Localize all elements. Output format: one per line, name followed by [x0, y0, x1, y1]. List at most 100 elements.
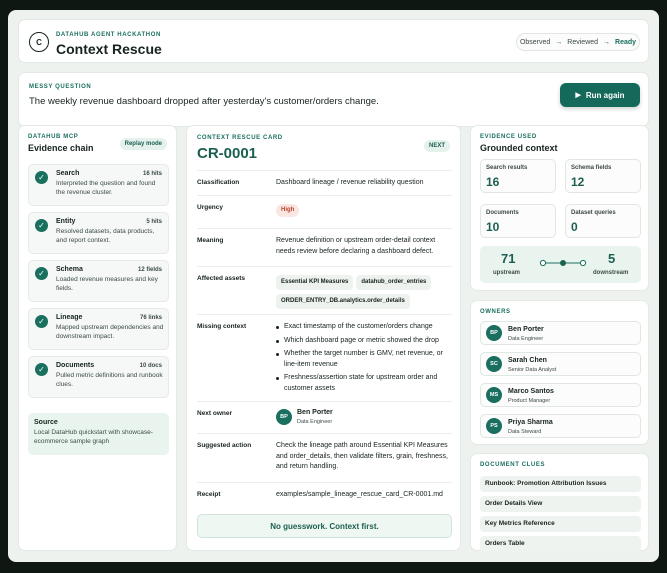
- owner-name: Priya Sharma: [508, 419, 553, 426]
- step-name: Schema: [56, 266, 83, 273]
- owner-row[interactable]: BP Ben Porter Data Engineer: [480, 321, 641, 345]
- owner-name: Marco Santos: [508, 388, 554, 395]
- row-label: Next owner: [197, 410, 233, 417]
- step-name: Search: [56, 170, 80, 177]
- metric-value: 0: [571, 220, 578, 234]
- owner-role: Data Engineer: [297, 419, 333, 425]
- row-meaning: Meaning Revenue definition or upstream o…: [197, 228, 452, 266]
- step-name: Lineage: [56, 314, 83, 321]
- evidence-chain-card: DATAHUB MCP Evidence chain Replay mode ✓…: [18, 125, 177, 551]
- chain-step-documents[interactable]: ✓ Documents 10 docs Pulled metric defini…: [28, 356, 169, 398]
- owner-row[interactable]: PS Priya Sharma Data Steward: [480, 414, 641, 438]
- evidence-used-eyebrow: EVIDENCE USED: [480, 134, 537, 140]
- chain-step-lineage[interactable]: ✓ Lineage 76 links Mapped upstream depen…: [28, 308, 169, 350]
- asset-chip[interactable]: datahub_order_entries: [356, 275, 432, 290]
- source-desc: Local DataHub quickstart with showcase-e…: [34, 429, 153, 445]
- owner-role: Senior Data Analyst: [508, 367, 557, 373]
- question-eyebrow: MESSY QUESTION: [29, 84, 92, 90]
- step-desc: Mapped upstream dependencies and downstr…: [56, 324, 164, 340]
- avatar: SC: [486, 356, 502, 372]
- owner-row[interactable]: SC Sarah Chen Senior Data Analyst: [480, 352, 641, 376]
- metric-value: 16: [486, 175, 500, 189]
- evidence-used-card: EVIDENCE USED Grounded context Search re…: [470, 125, 649, 291]
- run-again-button[interactable]: ▶ Run again: [560, 83, 640, 107]
- owner-row[interactable]: MS Marco Santos Product Manager: [480, 383, 641, 407]
- evidence-chain-eyebrow: DATAHUB MCP: [28, 134, 79, 140]
- run-again-label: Run again: [585, 90, 625, 100]
- metric-label: Documents: [486, 210, 519, 216]
- missing-item: Exact timestamp of the customer/orders c…: [276, 322, 452, 333]
- step-count: 5 hits: [146, 219, 162, 225]
- step-count: 76 links: [139, 315, 162, 321]
- owners-eyebrow: OWNERS: [480, 309, 511, 315]
- owner-role: Data Engineer: [508, 336, 544, 342]
- step-observed: Observed: [519, 38, 551, 46]
- next-badge[interactable]: NEXT: [423, 140, 450, 152]
- missing-item: Freshness/assertion state for upstream o…: [276, 373, 452, 394]
- arrow-right-icon: →: [555, 38, 563, 46]
- step-name: Entity: [56, 218, 76, 225]
- row-label: Meaning: [197, 237, 224, 244]
- question-text: The weekly revenue dashboard dropped aft…: [29, 96, 379, 107]
- owner-role: Data Steward: [508, 429, 542, 435]
- document-clue[interactable]: Runbook: Promotion Attribution Issues: [480, 476, 641, 492]
- document-clue[interactable]: Orders Table: [480, 536, 641, 552]
- metric-value: 10: [486, 220, 500, 234]
- avatar: MS: [486, 387, 502, 403]
- lineage-graph-icon: [539, 259, 587, 267]
- row-receipt: Receipt examples/sample_lineage_rescue_c…: [197, 482, 452, 508]
- missing-context-list: Exact timestamp of the customer/orders c…: [276, 322, 452, 397]
- header-eyebrow: DATAHUB AGENT HACKATHON: [56, 32, 161, 38]
- check-icon: ✓: [35, 315, 48, 328]
- metric-schema-fields: Schema fields 12: [565, 159, 641, 193]
- status-stepper: Observed → Reviewed → Ready: [516, 33, 640, 51]
- document-clue[interactable]: Order Details View: [480, 496, 641, 512]
- app-frame: C DATAHUB AGENT HACKATHON Context Rescue…: [8, 10, 659, 562]
- header: C DATAHUB AGENT HACKATHON Context Rescue…: [18, 19, 649, 63]
- arrow-right-icon: →: [603, 38, 611, 46]
- row-label: Missing context: [197, 323, 247, 330]
- owner-role: Product Manager: [508, 398, 551, 404]
- check-icon: ✓: [35, 219, 48, 232]
- metric-dataset-queries: Dataset queries 0: [565, 204, 641, 238]
- asset-chip[interactable]: ORDER_ENTRY_DB.analytics.order_details: [276, 294, 410, 309]
- avatar: BP: [486, 325, 502, 341]
- document-clue[interactable]: Key Metrics Reference: [480, 516, 641, 532]
- replay-mode-badge[interactable]: Replay mode: [119, 138, 167, 150]
- chain-step-entity[interactable]: ✓ Entity 5 hits Resolved datasets, data …: [28, 212, 169, 254]
- rescue-card-id: CR-0001: [197, 145, 258, 162]
- asset-chip[interactable]: Essential KPI Measures: [276, 275, 354, 290]
- source-label: Source: [34, 419, 58, 426]
- lineage-flow: 71 upstream 5 downstream: [480, 246, 641, 283]
- step-desc: Resolved datasets, data products, and re…: [56, 228, 155, 244]
- owner-name: Ben Porter: [508, 326, 544, 333]
- avatar: BP: [276, 409, 292, 425]
- clues-eyebrow: DOCUMENT CLUES: [480, 462, 546, 468]
- step-count: 16 hits: [142, 171, 162, 177]
- step-reviewed: Reviewed: [567, 38, 599, 46]
- row-label: Classification: [197, 179, 240, 186]
- classification-value: Dashboard lineage / revenue reliability …: [276, 179, 424, 186]
- owner-name[interactable]: Ben Porter: [297, 409, 333, 416]
- metric-label: Schema fields: [571, 165, 612, 171]
- rescue-card: CONTEXT RESCUE CARD CR-0001 NEXT Classif…: [186, 125, 461, 551]
- step-count: 12 fields: [137, 267, 162, 273]
- step-ready: Ready: [615, 38, 637, 46]
- check-icon: ✓: [35, 363, 48, 376]
- evidence-chain-title: Evidence chain: [28, 143, 94, 153]
- chain-step-search[interactable]: ✓ Search 16 hits Interpreted the questio…: [28, 164, 169, 206]
- receipt-link[interactable]: examples/sample_lineage_rescue_card_CR-0…: [276, 490, 452, 501]
- row-affected-assets: Affected assets Essential KPI Measures da…: [197, 266, 452, 314]
- chain-step-schema[interactable]: ✓ Schema 12 fields Loaded revenue measur…: [28, 260, 169, 302]
- step-desc: Pulled metric definitions and runbook cl…: [56, 372, 163, 388]
- document-clues-card: DOCUMENT CLUES Runbook: Promotion Attrib…: [470, 453, 649, 552]
- question-card: MESSY QUESTION The weekly revenue dashbo…: [18, 72, 649, 127]
- row-urgency: Urgency High: [197, 195, 452, 228]
- meaning-value: Revenue definition or upstream order-det…: [276, 237, 436, 255]
- upstream-count: 71: [501, 251, 516, 266]
- owner-name: Sarah Chen: [508, 357, 547, 364]
- row-next-owner: Next owner BP Ben Porter Data Engineer: [197, 401, 452, 433]
- avatar: PS: [486, 418, 502, 434]
- metric-value: 12: [571, 175, 585, 189]
- row-classification: Classification Dashboard lineage / reven…: [197, 170, 452, 195]
